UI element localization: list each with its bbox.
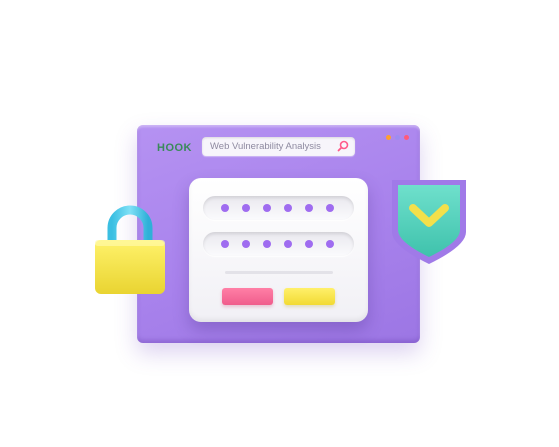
cancel-button[interactable] <box>222 288 273 305</box>
password-field[interactable] <box>203 232 354 256</box>
search-bar[interactable]: Web Vulnerability Analysis <box>202 137 355 156</box>
masked-char <box>242 204 250 212</box>
search-icon[interactable] <box>337 140 349 152</box>
masked-char <box>326 204 334 212</box>
masked-char <box>305 204 313 212</box>
divider-line <box>225 271 333 274</box>
username-field[interactable] <box>203 196 354 220</box>
confirm-button[interactable] <box>284 288 335 305</box>
masked-char <box>326 240 334 248</box>
masked-char <box>284 240 292 248</box>
shield-check-icon <box>392 180 466 264</box>
masked-char <box>263 204 271 212</box>
brand-logo[interactable]: HOOK <box>157 142 192 154</box>
masked-char <box>221 240 229 248</box>
masked-char <box>263 240 271 248</box>
padlock-icon <box>95 205 165 294</box>
masked-char <box>305 240 313 248</box>
login-card <box>189 178 368 322</box>
masked-char <box>284 204 292 212</box>
window-dot-pink[interactable] <box>404 135 409 140</box>
masked-char <box>242 240 250 248</box>
window-dot-orange[interactable] <box>386 135 391 140</box>
masked-char <box>221 204 229 212</box>
search-input[interactable]: Web Vulnerability Analysis <box>210 141 321 152</box>
window-dot-purple[interactable] <box>395 135 400 140</box>
